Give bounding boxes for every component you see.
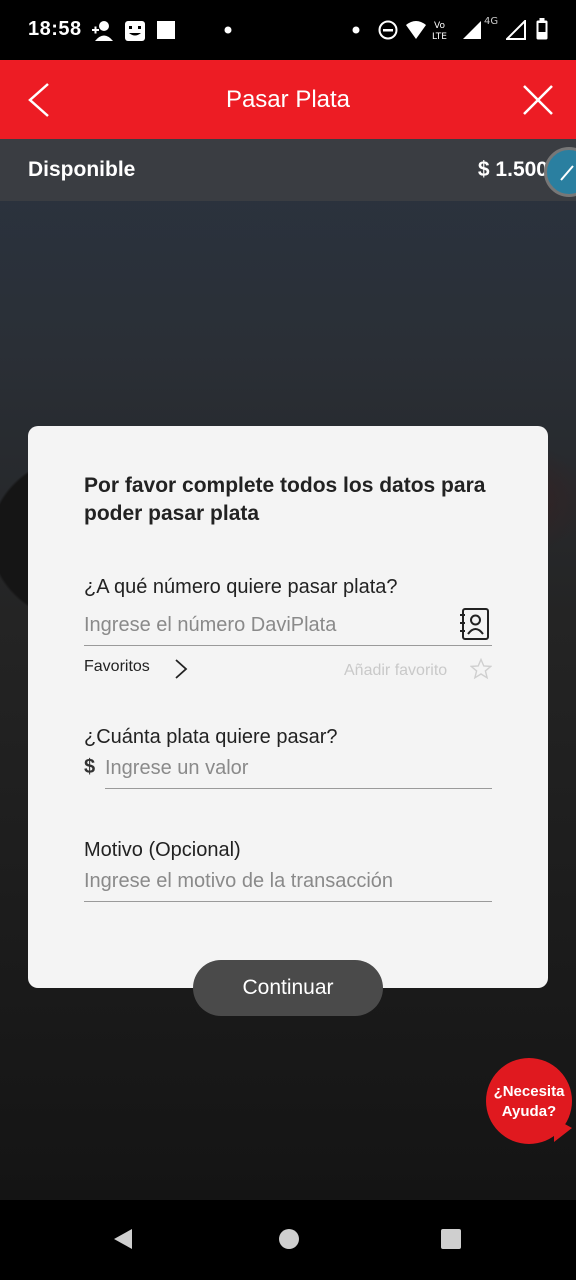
help-button[interactable]: ¿Necesita Ayuda? xyxy=(486,1058,572,1144)
recents-nav-icon[interactable] xyxy=(440,1228,462,1250)
battery-icon xyxy=(536,18,548,40)
svg-text:Vo: Vo xyxy=(434,21,445,31)
continue-button[interactable]: Continuar xyxy=(193,960,383,1016)
dot-icon xyxy=(224,26,232,34)
signal-icon xyxy=(506,20,526,40)
number-label: ¿A qué número quiere pasar plata? xyxy=(84,576,398,598)
currency-symbol: $ xyxy=(84,756,96,778)
svg-text:LTE: LTE xyxy=(432,32,447,42)
close-icon[interactable] xyxy=(520,82,556,118)
app-bar: Pasar Plata xyxy=(0,60,576,139)
reason-input[interactable] xyxy=(84,870,492,902)
form-title: Por favor complete todos los datos para … xyxy=(84,474,486,525)
assistant-icon xyxy=(125,21,145,41)
phone-number-input[interactable] xyxy=(84,614,492,646)
star-icon[interactable] xyxy=(470,658,492,680)
amount-input[interactable] xyxy=(105,757,492,789)
signal-icon xyxy=(463,21,481,39)
balance-amount: $ 1.500 xyxy=(477,158,548,181)
balance-label: Disponible xyxy=(28,158,136,181)
edit-balance-button[interactable] xyxy=(544,147,576,197)
svg-text:4G: 4G xyxy=(484,16,498,26)
contacts-icon[interactable] xyxy=(460,608,490,640)
square-icon xyxy=(157,21,175,39)
pencil-icon xyxy=(560,165,574,181)
help-label: ¿Necesita Ayuda? xyxy=(493,1083,565,1120)
favorites-link[interactable]: Favoritos xyxy=(84,658,150,676)
reason-label: Motivo (Opcional) xyxy=(84,839,241,861)
chevron-right-icon[interactable] xyxy=(172,658,190,680)
add-favorite-link[interactable]: Añadir favorito xyxy=(344,662,447,680)
transfer-form-card: Por favor complete todos los datos para … xyxy=(28,426,548,988)
person-add-icon xyxy=(92,21,113,41)
balance-bar: Disponible $ 1.500 xyxy=(0,139,576,201)
back-nav-icon[interactable] xyxy=(112,1228,134,1250)
network-4g-icon: 4G xyxy=(484,16,498,26)
navigation-bar xyxy=(0,1200,576,1280)
page-title: Pasar Plata xyxy=(225,86,351,113)
home-nav-icon[interactable] xyxy=(278,1228,300,1250)
wifi-icon xyxy=(406,21,426,39)
do-not-disturb-icon xyxy=(378,20,398,40)
status-bar: 18:58 Vo LTE 4G xyxy=(0,0,576,60)
volte-icon: Vo LTE xyxy=(432,21,447,42)
dot-icon xyxy=(352,26,360,34)
amount-label: ¿Cuánta plata quiere pasar? xyxy=(84,726,338,748)
status-time: 18:58 xyxy=(28,18,82,40)
